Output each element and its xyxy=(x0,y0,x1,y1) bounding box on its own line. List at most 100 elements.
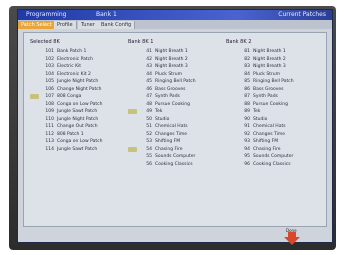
list-item[interactable]: 48 Pursue Cooking xyxy=(128,101,224,109)
patch-name: Pursue Cooking xyxy=(155,101,190,107)
list-item[interactable]: 42 Night Breath 2 xyxy=(128,56,224,64)
list-item[interactable]: 45 Ringing Bell Patch xyxy=(128,78,224,86)
list-item[interactable]: 85 Ringing Bell Patch xyxy=(226,78,322,86)
list-item[interactable]: 43 Night Breath 3 xyxy=(128,63,224,71)
list-item[interactable]: 110 Jungle Night Patch xyxy=(30,116,126,124)
list-item[interactable]: 107 808 Conga xyxy=(30,93,126,101)
list-item[interactable]: 101 Bank Patch 1 xyxy=(30,48,126,56)
patch-name: Sounds Computer xyxy=(253,154,294,159)
patch-name: Shifting FM xyxy=(155,139,181,144)
patch-name: Cooking Classics xyxy=(155,161,193,167)
column-header: Bank 8K 2 xyxy=(226,39,252,45)
list-item[interactable]: 95 Sounds Computer xyxy=(226,153,322,161)
patch-number: 46 xyxy=(146,86,152,92)
tab-patch-select[interactable]: Patch Select xyxy=(18,21,56,29)
patch-number: 88 xyxy=(244,101,250,107)
list-item[interactable]: 44 Pluck Strum xyxy=(128,71,224,79)
list-item[interactable]: 89 Tek xyxy=(226,108,322,116)
tab-tuner[interactable]: Tuner xyxy=(78,21,99,29)
list-item[interactable]: 81 Night Breath 1 xyxy=(226,48,322,56)
patch-number: 109 xyxy=(45,109,54,114)
list-item[interactable]: 90 Studio xyxy=(226,116,322,124)
patch-number: 56 xyxy=(146,161,152,167)
list-item[interactable]: 108 Conga on Low Patch xyxy=(30,101,126,109)
list-item[interactable]: 86 Bass Grooves xyxy=(226,86,322,94)
patch-name: Cooking Classics xyxy=(253,161,291,167)
patch-number: 55 xyxy=(146,154,152,159)
patch-name: Bass Grooves xyxy=(155,86,186,92)
list-item[interactable]: 51 Chemical Hats xyxy=(128,123,224,131)
list-item[interactable]: 46 Bass Grooves xyxy=(128,86,224,94)
patch-number: 83 xyxy=(244,64,250,69)
title-bar: Programming Bank 1 Current Patches xyxy=(18,10,332,20)
window-title: Programming xyxy=(26,11,67,18)
done-button[interactable]: Done xyxy=(284,228,300,249)
list-item[interactable]: 109 Jungle Sawt Patch xyxy=(30,108,126,116)
patch-number: 86 xyxy=(244,86,250,92)
patch-number: 54 xyxy=(146,146,152,152)
list-item[interactable]: 114 Jungle Sawt Patch xyxy=(30,146,126,154)
patch-name: Chasing Fire xyxy=(155,146,183,152)
list-item[interactable]: 52 Changes Time xyxy=(128,131,224,139)
list-item[interactable]: 82 Night Breath 2 xyxy=(226,56,322,64)
list-item[interactable]: 112 808 Patch 1 xyxy=(30,131,126,139)
list-item[interactable]: 83 Night Breath 3 xyxy=(226,63,322,71)
tab-bar: Patch Select Profile Tuner Bank Config xyxy=(18,20,332,29)
patch-number: 42 xyxy=(146,56,152,62)
patch-name: Conga on Low Patch xyxy=(57,139,103,144)
tab-bank-config[interactable]: Bank Config xyxy=(98,21,136,29)
patch-name: Chasing Fire xyxy=(253,146,281,152)
column-header: Bank 8K 1 xyxy=(128,39,154,45)
list-item[interactable]: 88 Pursue Cooking xyxy=(226,101,322,109)
list-item[interactable]: 103 Electric Kit xyxy=(30,63,126,71)
patch-name: 808 Conga xyxy=(57,94,82,99)
list-item[interactable]: 105 Jungle Night Patch xyxy=(30,78,126,86)
patch-number: 112 xyxy=(45,131,54,137)
patch-number: 105 xyxy=(45,79,54,84)
down-arrow-icon xyxy=(284,232,300,245)
patch-name: Bass Grooves xyxy=(253,86,284,92)
list-item[interactable]: 94 Chasing Fire xyxy=(226,146,322,154)
list-item[interactable]: 84 Pluck Strum xyxy=(226,71,322,79)
list-item[interactable]: 96 Cooking Classics xyxy=(226,161,322,169)
patch-name: Night Breath 2 xyxy=(253,56,286,62)
patch-name: Change Night Patch xyxy=(57,86,102,92)
patch-name: Jungle Sawt Patch xyxy=(57,109,98,114)
title-right-label: Current Patches xyxy=(278,11,326,18)
patch-name: Night Breath 1 xyxy=(253,49,286,54)
patch-number: 95 xyxy=(244,154,250,159)
list-item[interactable]: 104 Electronic Kit 2 xyxy=(30,71,126,79)
patch-number: 104 xyxy=(45,71,54,77)
list-item[interactable]: 93 Shifting FM xyxy=(226,138,322,146)
column-bank-1: Bank 8K 1 41 Night Breath 1 42 Night Breath… xyxy=(128,39,224,168)
patch-name: Jungle Night Patch xyxy=(57,79,99,84)
list-item[interactable]: 47 Synth Pads xyxy=(128,93,224,101)
patch-number: 48 xyxy=(146,101,152,107)
list-item[interactable]: 102 Electronic Patch xyxy=(30,56,126,64)
patch-name: Night Breath 2 xyxy=(155,56,188,62)
list-item[interactable]: 54 Chasing Fire xyxy=(128,146,224,154)
list-item[interactable]: 106 Change Night Patch xyxy=(30,86,126,94)
list-item[interactable]: 113 Conga on Low Patch xyxy=(30,138,126,146)
list-item[interactable]: 55 Sounds Computer xyxy=(128,153,224,161)
patch-number: 49 xyxy=(146,109,152,114)
done-button-label: Done xyxy=(286,228,297,233)
list-item[interactable]: 50 Studio xyxy=(128,116,224,124)
patch-number: 92 xyxy=(244,131,250,137)
list-item[interactable]: 56 Cooking Classics xyxy=(128,161,224,169)
list-item[interactable]: 49 Tek xyxy=(128,108,224,116)
list-item[interactable]: 92 Changes Time xyxy=(226,131,322,139)
list-item[interactable]: 87 Synth Pads xyxy=(226,93,322,101)
list-item[interactable]: 111 Change Out Patch xyxy=(30,123,126,131)
list-item[interactable]: 53 Shifting FM xyxy=(128,138,224,146)
list-item[interactable]: 41 Night Breath 1 xyxy=(128,48,224,56)
patch-name: Ringing Bell Patch xyxy=(253,79,294,84)
column-selected: Selected 8K 101 Bank Patch 1 102 Electronic… xyxy=(30,39,126,153)
tab-profile[interactable]: Profile xyxy=(54,21,77,29)
patch-name: Tek xyxy=(155,109,163,114)
patch-name: Change Out Patch xyxy=(57,124,98,129)
list-item[interactable]: 91 Chemical Hats xyxy=(226,123,322,131)
patch-name: Synth Pads xyxy=(253,94,278,99)
patch-name: Chemical Hats xyxy=(155,124,188,129)
patch-name: 808 Patch 1 xyxy=(57,131,84,137)
